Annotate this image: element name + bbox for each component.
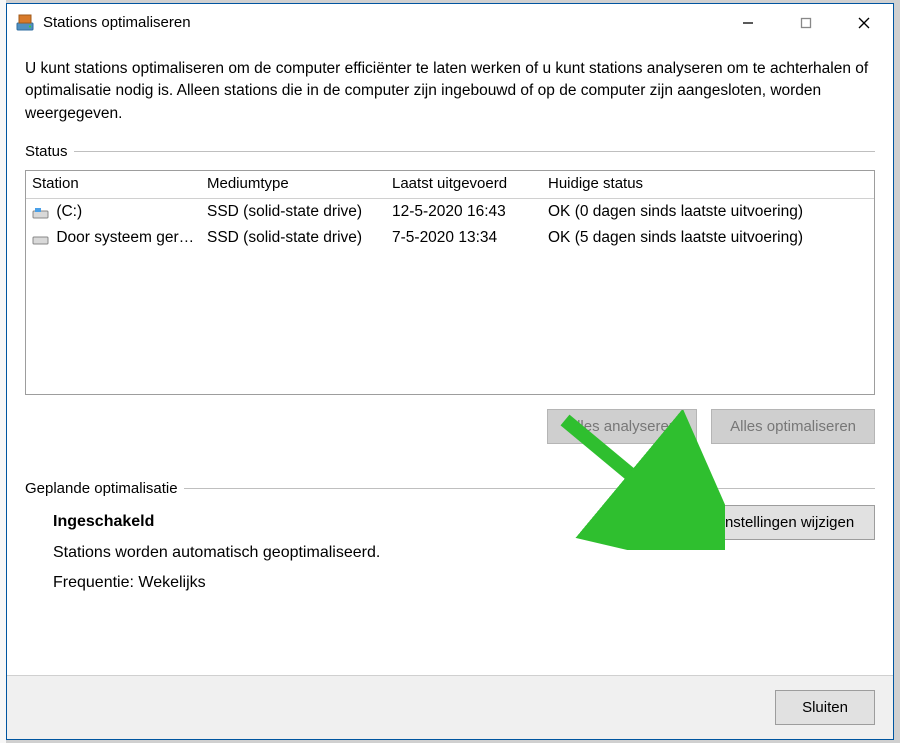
analyze-all-button: Alles analyseren [547, 409, 697, 444]
cell-status: OK (5 dagen sinds laatste uitvoering) [542, 227, 874, 249]
table-row[interactable]: Door systeem ger… SSD (solid-state drive… [26, 225, 874, 251]
cell-last: 7-5-2020 13:34 [386, 227, 542, 249]
close-dialog-button[interactable]: Sluiten [775, 690, 875, 725]
maximize-button[interactable] [777, 4, 835, 41]
close-button[interactable] [835, 4, 893, 41]
divider [184, 488, 875, 489]
table-row[interactable]: (C:) SSD (solid-state drive) 12-5-2020 1… [26, 199, 874, 225]
minimize-button[interactable] [719, 4, 777, 41]
content-area: U kunt stations optimaliseren om de comp… [7, 42, 893, 675]
cell-station: Door systeem ger… [56, 229, 194, 246]
schedule-block: Ingeschakeld Stations worden automatisch… [25, 507, 700, 598]
schedule-heading: Geplande optimalisatie [25, 480, 178, 497]
titlebar: Stations optimaliseren [7, 4, 893, 42]
cell-medium: SSD (solid-state drive) [201, 201, 386, 223]
divider [74, 151, 875, 152]
status-label-text: Status [25, 143, 68, 160]
app-icon [15, 13, 35, 33]
schedule-section-label: Geplande optimalisatie [25, 480, 875, 497]
schedule-enabled: Ingeschakeld [53, 507, 700, 537]
action-button-row: Alles analyseren Alles optimaliseren [25, 409, 875, 444]
col-header-medium[interactable]: Mediumtype [201, 171, 386, 198]
optimize-all-button: Alles optimaliseren [711, 409, 875, 444]
optimize-drives-window: Stations optimaliseren U kunt stations o… [6, 3, 894, 740]
col-header-station[interactable]: Station [26, 171, 201, 198]
cell-station: (C:) [56, 203, 82, 220]
drive-icon [32, 232, 50, 244]
dialog-footer: Sluiten [7, 675, 893, 739]
cell-last: 12-5-2020 16:43 [386, 201, 542, 223]
cell-status: OK (0 dagen sinds laatste uitvoering) [542, 201, 874, 223]
schedule-desc: Stations worden automatisch geoptimalise… [53, 538, 700, 568]
schedule-freq: Frequentie: Wekelijks [53, 568, 700, 598]
status-section-label: Status [25, 143, 875, 160]
drive-icon [32, 206, 50, 218]
change-settings-button[interactable]: Instellingen wijzigen [700, 505, 875, 540]
drives-table[interactable]: Station Mediumtype Laatst uitgevoerd Hui… [25, 170, 875, 395]
window-controls [719, 4, 893, 41]
intro-text: U kunt stations optimaliseren om de comp… [25, 58, 875, 125]
table-header: Station Mediumtype Laatst uitgevoerd Hui… [26, 171, 874, 199]
col-header-status[interactable]: Huidige status [542, 171, 874, 198]
window-title: Stations optimaliseren [43, 14, 719, 31]
cell-medium: SSD (solid-state drive) [201, 227, 386, 249]
col-header-last[interactable]: Laatst uitgevoerd [386, 171, 542, 198]
